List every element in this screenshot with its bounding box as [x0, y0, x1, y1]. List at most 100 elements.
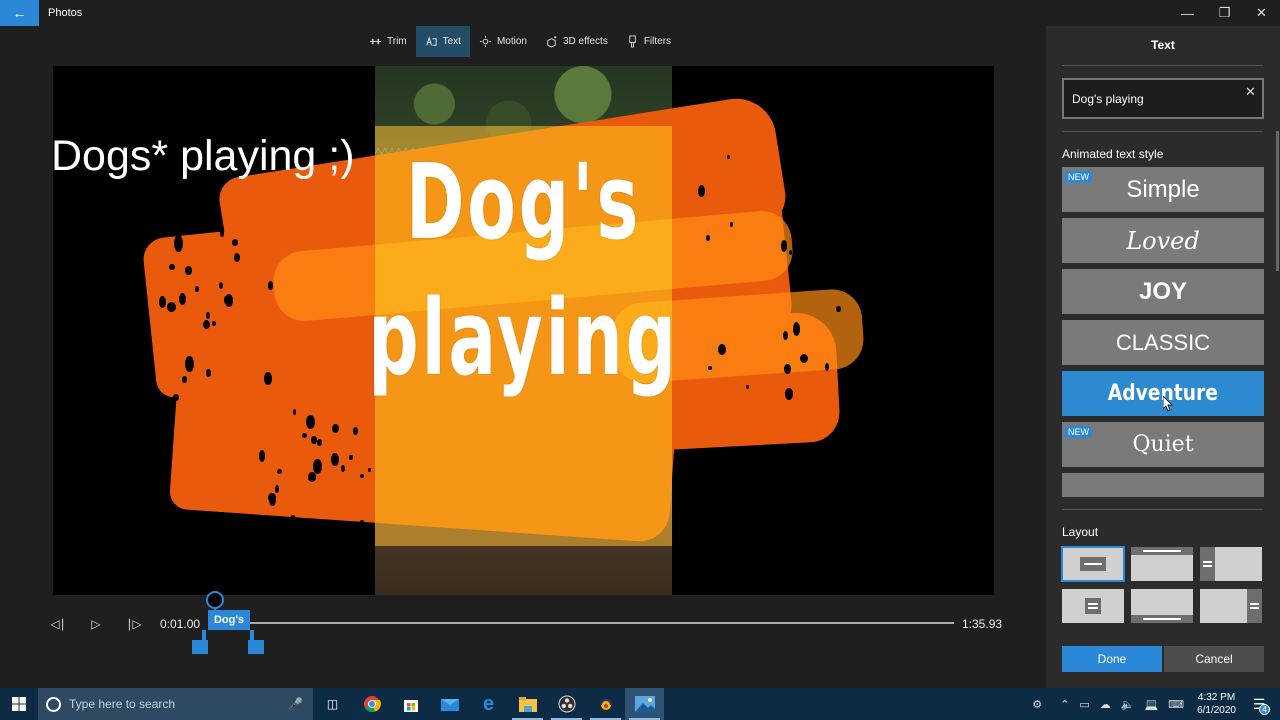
style-boom[interactable]: Boom [1062, 473, 1264, 497]
taskbar-edge[interactable]: e [469, 688, 508, 720]
style-quiet[interactable]: NEW Quiet [1062, 422, 1264, 467]
show-hidden-icons[interactable]: ⌃ [1055, 698, 1074, 711]
search-placeholder: Type here to search [69, 697, 176, 711]
taskbar-search[interactable]: Type here to search 🎤 [38, 688, 313, 720]
restore-button[interactable]: ❐ [1206, 0, 1243, 26]
editor-toolbar: Trim Text Motion 3D effects Filters [360, 26, 680, 57]
folder-icon [518, 696, 537, 712]
timeline-track[interactable] [248, 622, 954, 624]
layout-options [1061, 546, 1264, 623]
usb-icon[interactable]: ▭ [1074, 698, 1094, 711]
microphone-icon[interactable]: 🎤 [288, 697, 303, 711]
windows-logo-icon [12, 697, 26, 711]
close-icon: ✕ [1245, 84, 1256, 99]
taskbar-mail[interactable] [430, 688, 469, 720]
speckle [352, 427, 358, 435]
new-badge: NEW [1065, 171, 1092, 183]
taskbar-chrome[interactable] [352, 688, 391, 720]
panel-scrollbar[interactable] [1276, 131, 1279, 271]
speckle [311, 436, 317, 445]
mouse-cursor-icon [1163, 396, 1173, 412]
next-frame-button[interactable]: ∣▷ [126, 616, 142, 632]
tab-3d-effects[interactable]: 3D effects [536, 26, 617, 57]
done-button[interactable]: Done [1062, 646, 1162, 672]
start-button[interactable] [0, 688, 38, 720]
playhead[interactable] [206, 591, 224, 609]
text-icon [425, 36, 437, 46]
3d-effects-icon [547, 36, 557, 48]
speckle [305, 415, 315, 429]
notification-count: 4 [1259, 704, 1270, 715]
tab-text[interactable]: Text [415, 26, 470, 57]
tab-trim[interactable]: Trim [360, 26, 416, 57]
video-preview[interactable]: Dog's playing Dogs* playing ;) [53, 66, 994, 595]
play-button[interactable]: ▷ [88, 616, 104, 632]
tab-filters[interactable]: Filters [617, 26, 680, 57]
windows-taskbar: Type here to search 🎤 ◫ e ⚙ ⌃ ▭ ☁ 🔈 💻 ⌨ … [0, 688, 1280, 720]
tab-motion-label: Motion [496, 36, 527, 47]
speckle [269, 492, 276, 506]
network-icon[interactable]: 💻 [1139, 698, 1163, 711]
close-button[interactable]: ✕ [1243, 0, 1280, 26]
tab-motion[interactable]: Motion [470, 26, 536, 57]
taskbar-obs[interactable] [547, 688, 586, 720]
text-end-handle[interactable] [248, 630, 264, 654]
volume-icon[interactable]: 🔈 [1116, 698, 1140, 711]
end-time: 1:35.93 [962, 617, 1003, 631]
app-title: Photos [48, 7, 83, 19]
tab-text-label: Text [442, 36, 461, 47]
style-joy[interactable]: JOY [1062, 269, 1264, 314]
arrow-left-icon: ← [12, 5, 27, 21]
previous-frame-button[interactable]: ◁∣ [50, 616, 66, 632]
obs-icon [558, 695, 575, 713]
layout-top[interactable] [1131, 547, 1193, 581]
style-loved[interactable]: Loved [1062, 218, 1264, 263]
speckle [313, 459, 322, 474]
clock-time: 4:32 PM [1197, 692, 1236, 703]
taskbar-photos[interactable] [625, 688, 664, 720]
mail-icon [440, 699, 459, 711]
back-button[interactable]: ← [0, 0, 39, 26]
filters-icon [629, 35, 636, 48]
timeline: ◁∣ ▷ ∣▷ 0:01.00 Dog's 1:35.93 [0, 591, 1046, 660]
layout-center[interactable] [1061, 546, 1125, 582]
layout-center-small[interactable] [1062, 589, 1124, 623]
window-controls: — ❐ ✕ [1169, 0, 1280, 26]
minimize-icon: — [1181, 5, 1194, 21]
divider [1062, 509, 1263, 510]
layout-bottom[interactable] [1131, 589, 1193, 623]
tab-trim-label: Trim [387, 36, 407, 47]
speckle [331, 452, 339, 467]
chrome-icon [363, 696, 381, 713]
tab-3d-effects-label: 3D effects [562, 36, 608, 47]
divider [1062, 65, 1263, 66]
taskbar-file-explorer[interactable] [508, 688, 547, 720]
minimize-button[interactable]: — [1169, 0, 1206, 26]
task-view-button[interactable]: ◫ [313, 688, 352, 720]
speckle [289, 514, 297, 525]
edge-icon: e [482, 692, 495, 715]
overlay-line-2: playing [368, 277, 679, 399]
cortana-icon [46, 696, 61, 712]
onedrive-icon[interactable]: ☁ [1095, 698, 1116, 711]
style-simple[interactable]: NEW Simple [1062, 167, 1264, 212]
new-badge: NEW [1065, 426, 1092, 438]
taskbar-app[interactable] [586, 688, 625, 720]
action-center-button[interactable]: ☰ 4 [1244, 688, 1274, 720]
text-start-handle[interactable] [192, 630, 208, 654]
style-name: Quiet [1132, 432, 1194, 457]
people-icon[interactable]: ⚙ [1027, 698, 1047, 711]
layout-left[interactable] [1200, 547, 1262, 581]
close-icon: ✕ [1256, 5, 1267, 20]
cancel-button[interactable]: Cancel [1164, 646, 1264, 672]
speckle [259, 450, 265, 462]
layout-right[interactable] [1200, 589, 1262, 623]
text-input[interactable] [1062, 78, 1264, 119]
taskbar-store[interactable] [391, 688, 430, 720]
clock[interactable]: 4:32 PM 6/1/2020 [1189, 691, 1244, 717]
speckle [349, 455, 353, 460]
divider [1062, 131, 1263, 132]
clear-text-button[interactable]: ✕ [1245, 84, 1256, 100]
keyboard-icon[interactable]: ⌨ [1163, 698, 1189, 711]
style-classic[interactable]: CLASSIC [1062, 320, 1264, 365]
